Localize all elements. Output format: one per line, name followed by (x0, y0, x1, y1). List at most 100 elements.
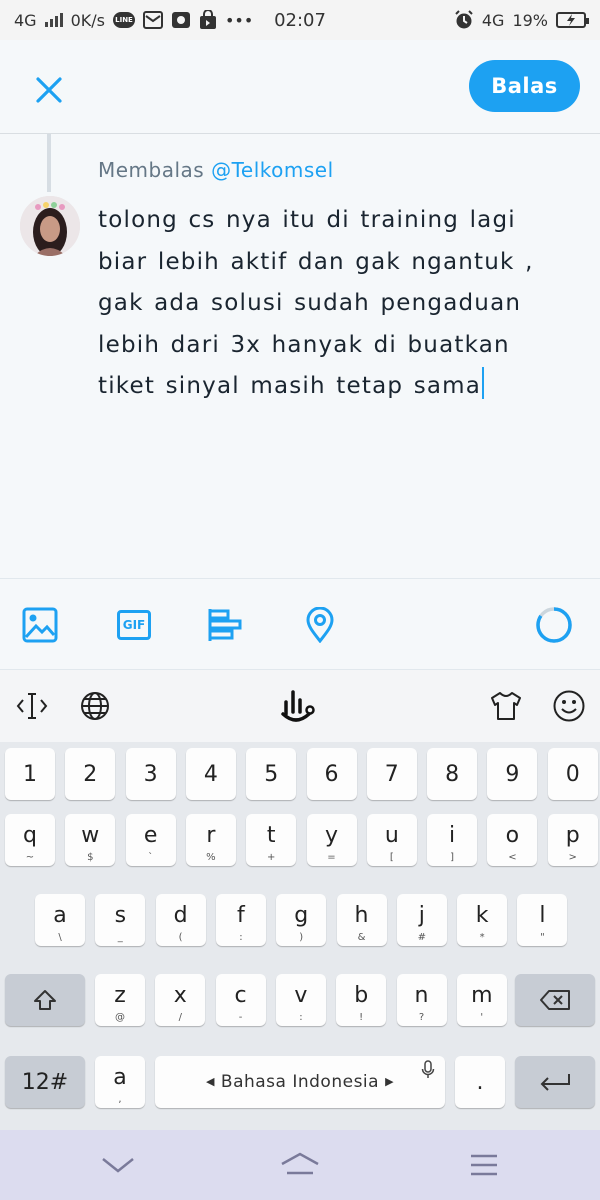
key-7[interactable]: 7 (366, 748, 417, 800)
comma-key[interactable]: a, (95, 1056, 145, 1108)
cursor-control-button[interactable] (12, 686, 52, 726)
left-arrow-icon: ◀ (205, 1075, 215, 1088)
key-l[interactable]: l " (517, 894, 568, 946)
key-sub-label: > (568, 852, 577, 863)
key-n[interactable]: n? (396, 974, 447, 1026)
system-nav-bar (0, 1130, 600, 1200)
key-sub-label: / (178, 1012, 182, 1023)
tweet-text-input[interactable]: tolong cs nya itu di training lagi biar … (98, 200, 568, 408)
key-label: 2 (83, 761, 98, 787)
key-9[interactable]: 9 (487, 748, 538, 800)
smiley-icon (553, 690, 585, 722)
key-5[interactable]: 5 (246, 748, 297, 800)
nav-home-button[interactable] (275, 1150, 325, 1180)
line-app-icon: LINE (112, 12, 135, 28)
network-speed: 0K/s (70, 10, 105, 30)
add-gif-button[interactable]: GIF (114, 605, 154, 645)
key-a[interactable]: a \ (35, 894, 85, 946)
key-d[interactable]: d( (155, 894, 206, 946)
compose-toolbar: GIF (0, 578, 600, 670)
key-sub-label: : (239, 932, 243, 943)
thread-line (47, 134, 51, 192)
key-label: 12# (21, 1069, 69, 1095)
key-u[interactable]: u[ (366, 814, 417, 866)
reply-prefix: Membalas (98, 158, 212, 182)
key-g[interactable]: g) (276, 894, 327, 946)
key-f[interactable]: f: (215, 894, 266, 946)
key-q[interactable]: q ~ (5, 814, 55, 866)
emoji-button[interactable] (549, 686, 589, 726)
globe-icon (81, 692, 109, 720)
enter-icon (540, 1074, 570, 1091)
key-x[interactable]: x / (155, 974, 206, 1026)
nav-menu-button[interactable] (459, 1150, 509, 1180)
key-sub-label: ` (148, 852, 154, 863)
key-4[interactable]: 4 (185, 748, 236, 800)
key-1[interactable]: 1 (5, 748, 55, 800)
key-0[interactable]: 0 (547, 748, 598, 800)
key-v[interactable]: v: (275, 974, 326, 1026)
tshirt-icon (491, 692, 521, 720)
key-m[interactable]: m ' (456, 974, 507, 1026)
key-3[interactable]: 3 (125, 748, 176, 800)
character-count-ring (534, 605, 574, 645)
shift-icon (34, 990, 56, 1010)
key-j[interactable]: j # (396, 894, 447, 946)
key-y[interactable]: y = (306, 814, 357, 866)
add-image-button[interactable] (20, 605, 60, 645)
key-r[interactable]: r% (185, 814, 236, 866)
key-z[interactable]: z @ (95, 974, 145, 1026)
replying-to: Membalas @Telkomsel (98, 158, 334, 182)
key-i[interactable]: i] (427, 814, 478, 866)
key-label: o (505, 822, 520, 848)
period-key[interactable]: . (455, 1056, 505, 1108)
key-k[interactable]: k * (457, 894, 508, 946)
key-label: f (237, 902, 245, 928)
key-c[interactable]: c- (215, 974, 266, 1026)
key-e[interactable]: e ` (125, 814, 176, 866)
key-8[interactable]: 8 (427, 748, 478, 800)
symbols-key[interactable]: 12# (5, 1056, 85, 1108)
key-label: 5 (264, 761, 279, 787)
theme-button[interactable] (486, 686, 526, 726)
key-w[interactable]: w $ (65, 814, 116, 866)
keyboard-logo-button[interactable] (278, 686, 318, 726)
key-sub-label: % (206, 852, 216, 863)
key-sub-label: - (238, 1012, 243, 1023)
key-s[interactable]: s _ (95, 894, 146, 946)
space-key[interactable]: ◀ Bahasa Indonesia ▶ (155, 1056, 445, 1108)
key-b[interactable]: b! (336, 974, 387, 1026)
key-sub-label: \ (58, 932, 62, 943)
close-button[interactable] (26, 70, 72, 110)
signal-icon (44, 13, 63, 27)
key-p[interactable]: p > (547, 814, 598, 866)
key-6[interactable]: 6 (306, 748, 357, 800)
backspace-key[interactable] (515, 974, 595, 1026)
battery-percent: 19% (512, 10, 548, 30)
key-2[interactable]: 2 (65, 748, 116, 800)
shift-key[interactable] (5, 974, 85, 1026)
avatar (20, 196, 80, 256)
key-label: h (354, 902, 369, 928)
add-poll-button[interactable] (206, 605, 246, 645)
key-label: 7 (384, 761, 399, 787)
language-button[interactable] (75, 686, 115, 726)
key-label: c (234, 982, 247, 1008)
key-label: b (354, 982, 369, 1008)
key-sub-label: @ (115, 1012, 125, 1023)
enter-key[interactable] (515, 1056, 595, 1108)
mail-icon (142, 11, 163, 29)
nav-back-button[interactable] (93, 1150, 143, 1180)
key-o[interactable]: o < (487, 814, 538, 866)
key-h[interactable]: h & (336, 894, 387, 946)
reply-handle-link[interactable]: @Telkomsel (211, 158, 334, 182)
key-sub-label: _ (117, 932, 123, 943)
reply-button[interactable]: Balas (469, 60, 580, 112)
key-t[interactable]: t + (246, 814, 297, 866)
add-location-button[interactable] (300, 605, 340, 645)
key-label: . (476, 1069, 484, 1095)
space-language-label: Bahasa Indonesia (220, 1072, 380, 1092)
key-label: 0 (565, 761, 580, 787)
key-sub-label: $ (87, 852, 94, 863)
key-label: 8 (445, 761, 460, 787)
